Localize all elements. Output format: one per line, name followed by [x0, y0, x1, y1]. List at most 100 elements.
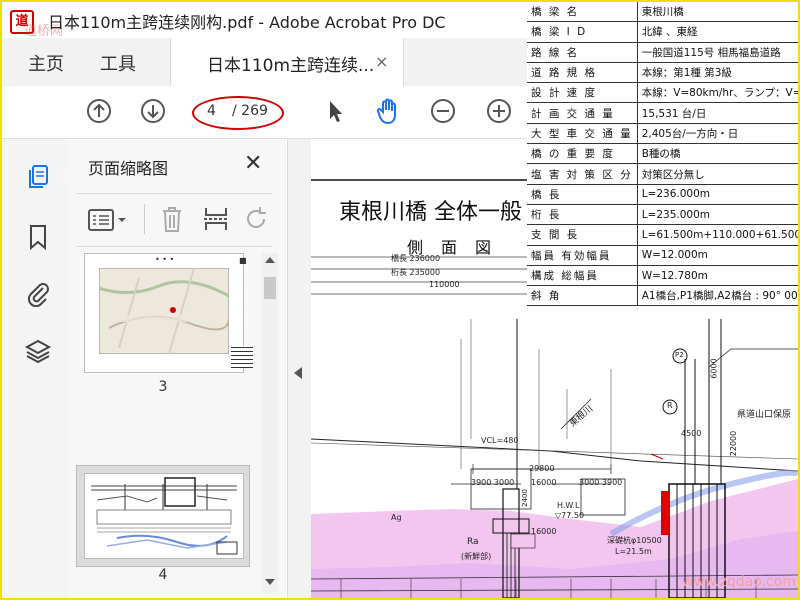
hand-tool-icon[interactable]	[374, 96, 404, 126]
menu-tools[interactable]: 工具	[100, 50, 136, 76]
bookmark-icon[interactable]	[24, 223, 52, 251]
panel-collapse-handle[interactable]	[287, 139, 313, 598]
menu-home[interactable]: 主页	[28, 50, 64, 76]
spec-key: 桁 長	[527, 204, 638, 226]
spec-key: 斜 角	[527, 285, 638, 307]
spec-row: 橋 の 重 要 度 B種の橋	[527, 143, 798, 165]
label-29800: 29800	[529, 464, 555, 473]
spec-row: 橋 梁 I D 北緯 、東経	[527, 21, 798, 43]
document-tab[interactable]: 日本110m主跨连续... ×	[170, 38, 404, 86]
spec-key: 構成 総幅員	[527, 265, 638, 287]
scroll-down-arrow-icon[interactable]	[265, 579, 275, 585]
delete-page-icon[interactable]	[160, 204, 184, 234]
spec-key: 支 間 長	[527, 224, 638, 246]
window-title: 日本110m主跨连续刚构.pdf - Adobe Acrobat Pro DC	[48, 13, 446, 32]
spec-row: 構成 総幅員 W=12.780m	[527, 265, 798, 287]
thumbnail-map-image	[99, 268, 229, 354]
spec-key: 幅員 有効幅員	[527, 245, 638, 266]
attachment-icon[interactable]	[24, 279, 52, 307]
spec-row: 幅員 有効幅員 W=12.000m	[527, 245, 798, 266]
spec-value: B種の橋	[637, 143, 798, 165]
spec-value: L=236.000m	[637, 184, 798, 205]
spec-value: 15,531 台/日	[637, 102, 798, 124]
thumbnail-options-icon[interactable]	[88, 208, 128, 232]
thumb-mark: ■	[239, 256, 247, 265]
close-tab-icon[interactable]: ×	[375, 52, 388, 71]
dim-label-span: 110000	[429, 280, 460, 289]
label-r-circle: R	[667, 401, 673, 410]
page-total-label: / 269	[232, 103, 268, 119]
label-16000a: 16000	[531, 478, 557, 487]
spec-key: 大 型 車 交 通 量	[527, 123, 638, 145]
label-6000: 6000	[709, 358, 719, 379]
spec-key: 計 画 交 通 量	[527, 102, 638, 124]
spec-row: 設 計 速 度本線：V=80km/hr、ランプ：V=40	[527, 82, 798, 104]
spec-key: 設 計 速 度	[527, 82, 638, 104]
thumbnails-panel: 页面缩略图 ✕ • • • ■ 3 4	[68, 139, 286, 598]
previous-page-icon[interactable]	[86, 98, 112, 124]
spec-row: 路 線 名一般国道115号 相馬福島道路	[527, 42, 798, 63]
rotate-page-icon[interactable]	[242, 204, 270, 234]
spec-row: 道 路 規 格本線：第1種 第3級	[527, 62, 798, 84]
scroll-thumb[interactable]	[264, 277, 276, 299]
dim-label-girder-length: 桁長 235000	[391, 268, 441, 277]
spec-row: 大 型 車 交 通 量 2,405台/一方向・日	[527, 123, 798, 145]
layers-icon[interactable]	[24, 337, 52, 365]
select-cursor-icon[interactable]	[322, 98, 348, 124]
panel-close-icon[interactable]: ✕	[244, 151, 262, 176]
spec-row: 斜 角 A1橋台,P1橋脚,A2橋台 : 90° 00	[527, 285, 798, 307]
spec-row: 桁 長 L=235.000m	[527, 204, 798, 226]
label-ra: Ra	[467, 537, 479, 547]
panel-toolbar	[76, 193, 272, 247]
spec-value: 本線：V=80km/hr、ランプ：V=40	[637, 82, 798, 104]
label-22000: 22000	[729, 430, 739, 457]
label-16000b: 16000	[531, 527, 557, 536]
spec-key: 道 路 規 格	[527, 62, 638, 84]
collapse-arrow-icon[interactable]	[294, 367, 302, 379]
spec-value: W=12.780m	[637, 265, 798, 287]
active-pointer	[60, 169, 68, 185]
zoom-in-icon[interactable]	[486, 98, 512, 124]
label-caisson-pile: 深礎杭φ10500	[607, 536, 662, 545]
scroll-up-arrow-icon[interactable]	[265, 257, 275, 263]
label-hwl: H.W.L	[557, 501, 580, 510]
label-3900: 3900 3000	[471, 478, 515, 487]
spec-key: 橋 の 重 要 度	[527, 143, 638, 165]
spec-value: 本線：第1種 第3級	[637, 62, 798, 84]
toolbar-divider	[144, 204, 145, 234]
label-2400: 2400	[520, 489, 529, 507]
spec-row: 支 間 長 L=61.500m+110.000+61.500m	[527, 224, 798, 246]
thumbnail-label-3: 3	[158, 379, 168, 395]
label-p2-circle: P2	[675, 351, 684, 359]
dim-label-bridge-length: 橋長 236000	[391, 254, 441, 263]
spec-value: L=61.500m+110.000+61.500m	[637, 224, 798, 246]
label-4500: 4500	[681, 429, 702, 438]
thumbnail-page-4[interactable]	[84, 473, 244, 559]
label-vcl: VCL=480	[481, 436, 519, 445]
spec-value: 2,405台/一方向・日	[637, 123, 798, 145]
bridge-spec-table: 橋 梁 名東根川橋橋 梁 I D 北緯 、東経路 線 名一般国道115号 相馬福島…	[527, 2, 798, 307]
spec-value: 東根川橋	[637, 2, 798, 23]
page-number-input[interactable]: 4	[207, 103, 216, 119]
extract-page-icon[interactable]	[202, 204, 230, 234]
spec-key: 橋 長	[527, 184, 638, 205]
thumbnail-scrollbar[interactable]	[262, 253, 278, 593]
label-ag: Ag	[391, 513, 402, 522]
app-window: 道 道桥网 日本110m主跨连续刚构.pdf - Adobe Acrobat P…	[0, 0, 800, 600]
spec-key: 塩 害 対 策 区 分	[527, 163, 638, 185]
left-rail	[2, 139, 69, 598]
thumbnail-page-3[interactable]: • • • ■	[84, 253, 253, 373]
bottom-watermark: www.zqdao.com	[682, 574, 796, 590]
thumb-dots: • • •	[155, 255, 175, 264]
next-page-icon[interactable]	[140, 98, 166, 124]
zoom-out-icon[interactable]	[430, 98, 456, 124]
label-fresh: (新鮮部)	[461, 552, 492, 561]
spec-value: L=235.000m	[637, 204, 798, 226]
spec-key: 路 線 名	[527, 42, 638, 63]
page-thumbnails-icon[interactable]	[24, 163, 52, 191]
thumbnail-drawing-image	[87, 476, 241, 556]
label-prefectural-road: 県道山口保原	[737, 410, 792, 420]
spec-row: 橋 梁 名東根川橋	[527, 2, 798, 23]
label-3000: 3000 3900	[579, 478, 623, 487]
spec-value: 一般国道115号 相馬福島道路	[637, 42, 798, 63]
